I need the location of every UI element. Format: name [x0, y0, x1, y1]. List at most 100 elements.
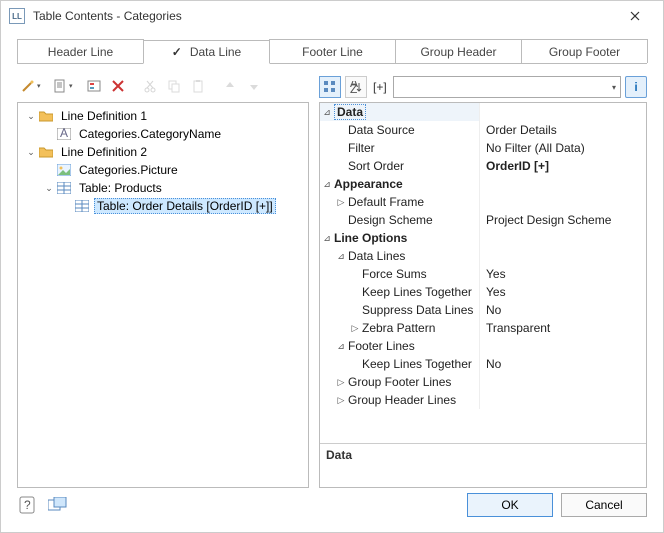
prop-data-source[interactable]: Data Source Order Details: [320, 121, 646, 139]
delete-icon: [111, 79, 125, 93]
expand-icon[interactable]: ▷: [334, 395, 348, 406]
properties-button[interactable]: [83, 76, 105, 96]
categorized-icon: [324, 81, 336, 93]
picture-icon: [56, 163, 72, 177]
move-up-button: [219, 76, 241, 96]
tree-node-line-def-2[interactable]: ⌄ Line Definition 2: [20, 143, 306, 161]
dialog-footer: ? OK Cancel: [1, 488, 663, 532]
help-icon: ?: [19, 496, 37, 514]
sort-az-icon: AZ: [350, 81, 362, 93]
prop-group-footer-lines[interactable]: ▷Group Footer Lines: [320, 373, 646, 391]
new-line-button[interactable]: ▾: [51, 76, 81, 96]
property-scroll[interactable]: ⊿Data Data Source Order Details Filter N…: [320, 103, 646, 443]
layout-button[interactable]: [47, 494, 69, 516]
dropdown-icon: ▾: [69, 82, 73, 90]
tree-node-line-def-1[interactable]: ⌄ Line Definition 1: [20, 107, 306, 125]
delete-button[interactable]: [107, 76, 129, 96]
tree-node-categories-picture[interactable]: Categories.Picture: [20, 161, 306, 179]
property-toolbar: AZ [+] ▾ i: [319, 76, 647, 102]
window-title: Table Contents - Categories: [33, 9, 615, 23]
prop-group-header-lines[interactable]: ▷Group Header Lines: [320, 391, 646, 409]
move-down-button: [243, 76, 265, 96]
property-description: Data: [320, 443, 646, 487]
left-pane: ▾ ▾: [17, 76, 309, 488]
expand-icon[interactable]: ▷: [334, 377, 348, 388]
dropdown-icon: ▾: [37, 82, 41, 90]
cancel-button[interactable]: Cancel: [561, 493, 647, 517]
prop-suppress-data-lines[interactable]: Suppress Data Lines No: [320, 301, 646, 319]
text-field-icon: A: [56, 127, 72, 141]
dialog-content: Header Line ✓ Data Line Footer Line Grou…: [1, 31, 663, 488]
help-button[interactable]: ?: [17, 494, 39, 516]
info-icon: i: [634, 80, 637, 94]
wand-icon: [21, 79, 35, 93]
cut-button: [139, 76, 161, 96]
tab-strip: Header Line ✓ Data Line Footer Line Grou…: [17, 39, 647, 64]
paste-button: [187, 76, 209, 96]
table-icon: [56, 181, 72, 195]
property-filter-dropdown[interactable]: ▾: [393, 76, 621, 98]
collapse-icon[interactable]: ⊿: [320, 233, 334, 244]
collapse-icon[interactable]: ⊿: [320, 179, 334, 190]
tab-header-line[interactable]: Header Line: [17, 39, 144, 63]
category-data[interactable]: ⊿Data: [320, 103, 646, 121]
categorized-button[interactable]: [319, 76, 341, 98]
table-icon: [74, 199, 90, 213]
svg-text:Z: Z: [350, 82, 357, 93]
prop-footer-lines[interactable]: ⊿Footer Lines: [320, 337, 646, 355]
tree-node-table-order-details[interactable]: Table: Order Details [OrderID [+]]: [20, 197, 306, 215]
prop-sort-order[interactable]: Sort Order OrderID [+]: [320, 157, 646, 175]
tree-node-table-products[interactable]: ⌄ Table: Products: [20, 179, 306, 197]
paste-icon: [191, 79, 205, 93]
body-split: ▾ ▾: [17, 64, 647, 488]
document-icon: [53, 79, 67, 93]
folder-icon: [38, 109, 54, 123]
tab-group-header[interactable]: Group Header: [395, 39, 522, 63]
collapse-icon[interactable]: ⌄: [42, 181, 56, 195]
collapse-icon[interactable]: ⌄: [24, 145, 38, 159]
layout-icon: [48, 497, 68, 513]
alphabetical-button[interactable]: AZ: [345, 76, 367, 98]
left-toolbar: ▾ ▾: [17, 76, 309, 102]
prop-zebra-pattern[interactable]: ▷Zebra Pattern Transparent: [320, 319, 646, 337]
svg-text:?: ?: [24, 498, 31, 512]
prop-footer-keep-lines[interactable]: Keep Lines Together No: [320, 355, 646, 373]
dialog-window: LL Table Contents - Categories Header Li…: [0, 0, 664, 533]
svg-text:A: A: [60, 128, 68, 140]
expand-icon[interactable]: ▷: [334, 197, 348, 208]
prop-default-frame[interactable]: ▷Default Frame: [320, 193, 646, 211]
category-line-options[interactable]: ⊿Line Options: [320, 229, 646, 247]
tree-view[interactable]: ⌄ Line Definition 1 A Categories.Categor…: [17, 102, 309, 488]
tree-node-category-name[interactable]: A Categories.CategoryName: [20, 125, 306, 143]
collapse-icon[interactable]: ⊿: [320, 107, 334, 118]
ok-button[interactable]: OK: [467, 493, 553, 517]
tab-group-footer[interactable]: Group Footer: [521, 39, 648, 63]
arrow-down-icon: [248, 80, 260, 92]
copy-button: [163, 76, 185, 96]
close-button[interactable]: [615, 2, 655, 30]
prop-keep-lines-together[interactable]: Keep Lines Together Yes: [320, 283, 646, 301]
chevron-down-icon: ▾: [612, 83, 616, 92]
prop-data-lines[interactable]: ⊿Data Lines: [320, 247, 646, 265]
collapse-icon[interactable]: ⊿: [334, 251, 348, 262]
wand-button[interactable]: ▾: [19, 76, 49, 96]
tab-footer-line[interactable]: Footer Line: [269, 39, 396, 63]
collapse-icon[interactable]: ⌄: [24, 109, 38, 123]
cut-icon: [143, 79, 157, 93]
right-pane: AZ [+] ▾ i ⊿Data: [319, 76, 647, 488]
property-grid: ⊿Data Data Source Order Details Filter N…: [319, 102, 647, 488]
category-appearance[interactable]: ⊿Appearance: [320, 175, 646, 193]
tab-data-line[interactable]: ✓ Data Line: [143, 40, 270, 64]
info-button[interactable]: i: [625, 76, 647, 98]
prop-filter[interactable]: Filter No Filter (All Data): [320, 139, 646, 157]
combo-label: [+]: [371, 80, 389, 94]
arrow-up-icon: [224, 80, 236, 92]
prop-force-sums[interactable]: Force Sums Yes: [320, 265, 646, 283]
folder-icon: [38, 145, 54, 159]
prop-design-scheme[interactable]: Design Scheme Project Design Scheme: [320, 211, 646, 229]
title-bar: LL Table Contents - Categories: [1, 1, 663, 31]
expand-icon[interactable]: ▷: [348, 323, 362, 334]
app-icon: LL: [9, 8, 25, 24]
collapse-icon[interactable]: ⊿: [334, 341, 348, 352]
properties-icon: [87, 79, 101, 93]
